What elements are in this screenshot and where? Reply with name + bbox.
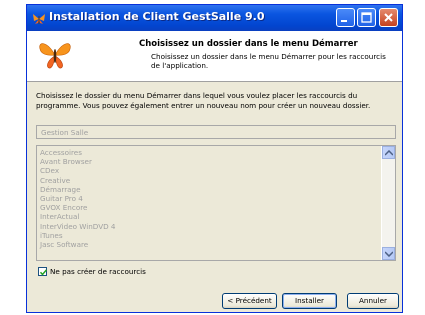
no-shortcuts-label[interactable]: Ne pas créer de raccourcis bbox=[50, 267, 146, 276]
previous-button[interactable]: < Précédent bbox=[222, 293, 277, 309]
no-shortcuts-checkbox[interactable] bbox=[38, 267, 48, 276]
folder-list-item[interactable]: InterVideo WinDVD 4 bbox=[40, 222, 116, 231]
minimize-button[interactable] bbox=[336, 8, 355, 27]
folder-list-item[interactable]: GVOX Encore bbox=[40, 203, 116, 212]
scroll-down-button[interactable] bbox=[382, 247, 395, 260]
folder-list-item[interactable]: InterActual bbox=[40, 212, 116, 221]
maximize-button[interactable] bbox=[357, 8, 376, 27]
page-header: Choisissez un dossier dans le menu Démar… bbox=[27, 31, 402, 82]
folder-list-item[interactable]: Démarrage bbox=[40, 185, 116, 194]
install-button[interactable]: Installer bbox=[282, 293, 337, 309]
folder-list-item[interactable]: Guitar Pro 4 bbox=[40, 194, 116, 203]
header-subtitle: Choisissez un dossier dans le menu Démar… bbox=[151, 52, 386, 70]
folder-list-item[interactable]: CDex bbox=[40, 166, 116, 175]
cancel-button[interactable]: Annuler bbox=[347, 293, 399, 309]
close-button[interactable] bbox=[379, 8, 398, 27]
window-title: Installation de Client GestSalle 9.0 bbox=[49, 10, 265, 23]
title-bar[interactable]: Installation de Client GestSalle 9.0 bbox=[27, 5, 402, 31]
folder-list-item[interactable]: iTunes bbox=[40, 231, 116, 240]
butterfly-logo-icon bbox=[37, 39, 73, 71]
installer-app-icon bbox=[32, 11, 46, 25]
start-menu-folder-list[interactable]: Accessoires Avant Browser CDex Creative Déma… bbox=[36, 145, 396, 261]
instructions-text: Choisissez le dossier du menu Démarrer d… bbox=[36, 91, 371, 110]
scroll-up-button[interactable] bbox=[382, 146, 395, 159]
header-title: Choisissez un dossier dans le menu Démar… bbox=[139, 39, 358, 49]
folder-list-item[interactable]: Creative bbox=[40, 176, 116, 185]
installer-window: Installation de Client GestSalle 9.0 Cho… bbox=[26, 4, 403, 313]
folder-list-scrollbar[interactable] bbox=[381, 146, 395, 260]
folder-list-item[interactable]: Jasc Software bbox=[40, 240, 116, 249]
folder-list-item[interactable]: Accessoires bbox=[40, 148, 116, 157]
folder-list-item[interactable]: Avant Browser bbox=[40, 157, 116, 166]
folder-list-items: Accessoires Avant Browser CDex Creative Déma… bbox=[40, 148, 116, 249]
start-menu-folder-input[interactable] bbox=[36, 125, 396, 139]
